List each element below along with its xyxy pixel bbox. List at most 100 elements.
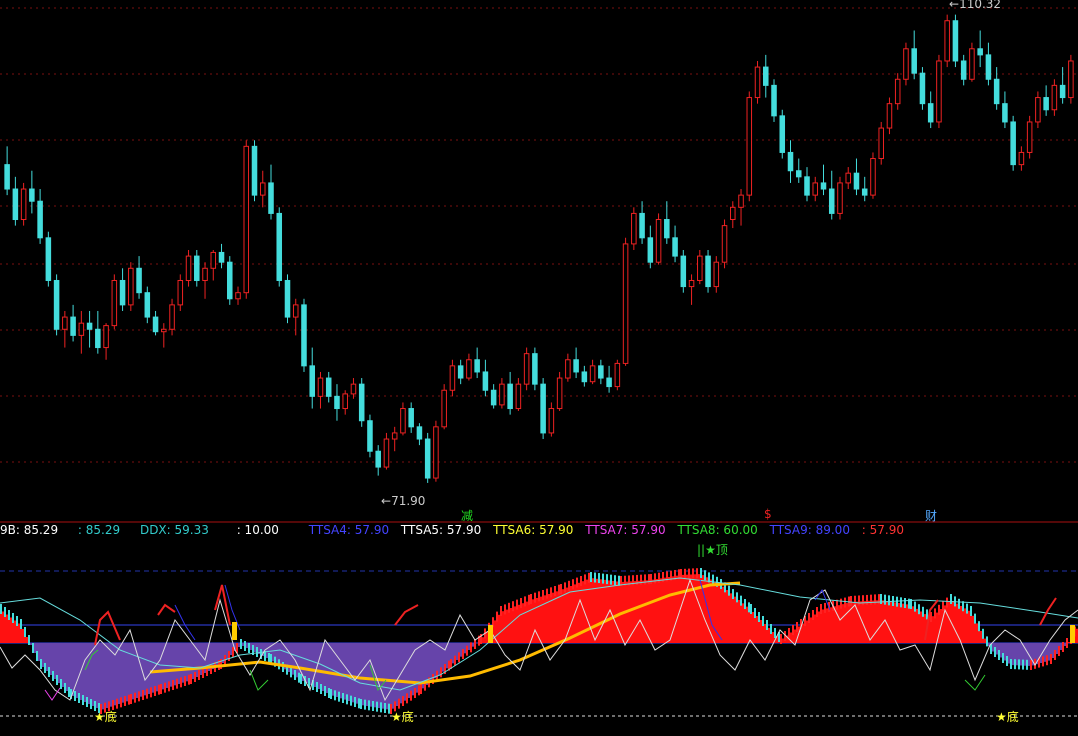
oscillator-edge-bar — [840, 598, 842, 609]
oscillator-edge-bar — [334, 690, 336, 701]
oscillator-down-column — [120, 643, 122, 704]
oscillator-up-column — [948, 601, 950, 643]
oscillator-down-column — [104, 643, 106, 709]
oscillator-up-column — [980, 631, 982, 643]
oscillator-edge-bar — [530, 594, 532, 604]
oscillator-up-column — [684, 574, 686, 643]
oscillator-up-column — [898, 603, 900, 643]
oscillator-up-column — [838, 605, 840, 643]
oscillator-up-column — [660, 578, 662, 643]
price-candlestick-chart[interactable] — [0, 0, 1078, 736]
oscillator-up-column — [968, 610, 970, 643]
oscillator-down-column — [78, 643, 80, 699]
oscillator-down-column — [230, 643, 232, 655]
oscillator-down-column — [382, 643, 384, 709]
oscillator-edge-bar — [56, 675, 58, 685]
candle-down — [993, 78, 1000, 105]
oscillator-edge-bar — [410, 690, 412, 701]
oscillator-edge-bar — [44, 663, 46, 673]
oscillator-edge-bar — [732, 589, 734, 599]
oscillator-edge-bar — [572, 579, 574, 590]
oscillator-edge-bar — [946, 597, 948, 608]
top-signal: ||★顶 — [697, 541, 728, 558]
oscillator-up-column — [726, 590, 728, 643]
oscillator-up-column — [662, 578, 664, 643]
candle-down — [598, 365, 604, 379]
oscillator-up-column — [518, 604, 520, 643]
oscillator-up-column — [692, 574, 694, 643]
oscillator-edge-bar — [466, 645, 468, 656]
candle-up — [614, 362, 621, 388]
oscillator-up-column — [588, 578, 590, 643]
oscillator-up-column — [820, 610, 822, 643]
oscillator-edge-bar — [320, 684, 322, 694]
oscillator-up-column — [600, 579, 602, 643]
oscillator-edge-bar — [998, 650, 1000, 660]
oscillator-up-column — [846, 603, 848, 643]
oscillator-down-column — [34, 643, 36, 653]
oscillator-edge-bar — [128, 694, 130, 705]
candle-down — [268, 182, 274, 214]
candle-down — [70, 316, 76, 336]
oscillator-up-column — [674, 576, 676, 643]
oscillator-up-column — [760, 620, 762, 643]
oscillator-down-column — [96, 643, 98, 708]
marker-dollar[interactable]: $ — [764, 507, 772, 521]
oscillator-edge-bar — [380, 702, 382, 713]
oscillator-up-column — [712, 580, 714, 643]
oscillator-up-column — [678, 575, 680, 643]
oscillator-down-column — [1048, 643, 1050, 661]
candle-down — [804, 176, 810, 196]
oscillator-up-column — [946, 603, 948, 643]
oscillator-edge-bar — [770, 624, 772, 634]
oscillator-up-column — [960, 606, 962, 643]
oscillator-down-column — [158, 643, 160, 691]
oscillator-down-column — [306, 643, 308, 683]
oscillator-down-column — [66, 643, 68, 691]
oscillator-down-column — [70, 643, 72, 695]
legend-value-4: : 10.00 — [236, 523, 279, 537]
oscillator-edge-bar — [1022, 659, 1024, 670]
candle-up — [342, 393, 348, 410]
oscillator-edge-bar — [658, 572, 660, 583]
candle-up — [161, 328, 167, 333]
oscillator-edge-bar — [780, 634, 782, 644]
candle-up — [878, 127, 884, 160]
oscillator-down-column — [428, 643, 430, 684]
oscillator-edge-bar — [900, 597, 902, 608]
oscillator-up-column — [880, 600, 882, 643]
oscillator-up-column — [14, 620, 16, 643]
marker-finance[interactable]: 财 — [925, 507, 937, 524]
candle-down — [532, 353, 538, 385]
oscillator-edge-bar — [1002, 653, 1004, 663]
oscillator-edge-bar — [538, 591, 540, 602]
oscillator-edge-bar — [528, 594, 530, 605]
oscillator-down-column — [148, 643, 150, 694]
candle-down — [952, 20, 959, 62]
oscillator-edge-bar — [580, 576, 582, 586]
candle-down — [29, 188, 35, 202]
oscillator-up-column — [512, 607, 514, 643]
candle-up — [1035, 97, 1041, 123]
oscillator-up-column — [912, 606, 914, 643]
oscillator-edge-bar — [700, 568, 702, 578]
oscillator-up-column — [500, 612, 502, 643]
marker-reduce[interactable]: 减 — [461, 507, 473, 524]
oscillator-up-column — [772, 632, 774, 643]
oscillator-edge-bar — [1030, 660, 1032, 670]
oscillator-down-column — [174, 643, 176, 686]
oscillator-up-column — [650, 580, 652, 643]
oscillator-up-column — [18, 623, 20, 643]
oscillator-edge-bar — [188, 674, 190, 685]
oscillator-edge-bar — [688, 568, 690, 579]
oscillator-down-column — [64, 643, 66, 689]
oscillator-edge-bar — [962, 601, 964, 612]
candle-down — [680, 255, 687, 288]
candle-down — [581, 371, 588, 383]
oscillator-edge-bar — [914, 601, 916, 612]
oscillator-edge-bar — [418, 685, 420, 696]
oscillator-edge-bar — [414, 688, 416, 698]
oscillator-edge-bar — [808, 613, 810, 623]
candle-up — [713, 261, 720, 288]
oscillator-edge-bar — [48, 667, 50, 677]
